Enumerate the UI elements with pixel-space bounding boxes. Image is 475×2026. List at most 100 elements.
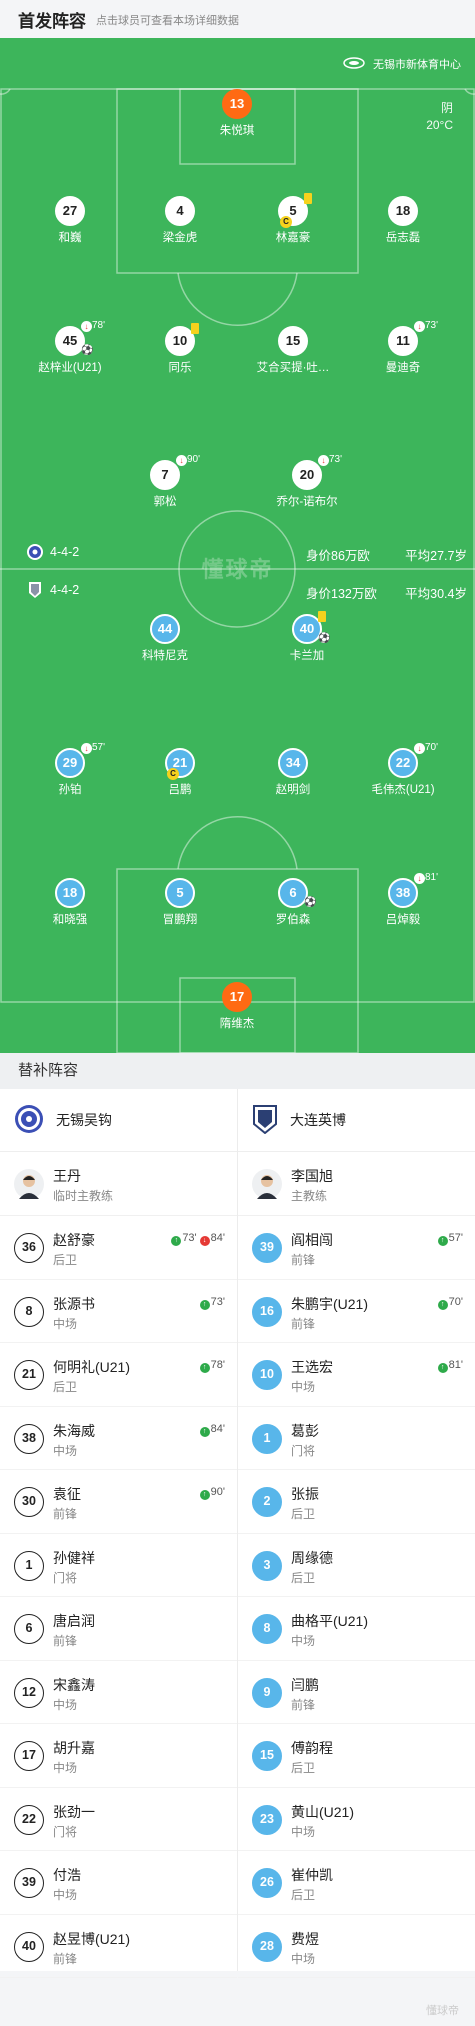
sub-player-row[interactable]: 16 朱鹏宇(U21) 前锋 ↑ 70' [238, 1280, 475, 1343]
sub-player-row[interactable]: 15 傅韵程 后卫 [238, 1724, 475, 1788]
sub-events: ↑ 73' ↓ 84' [171, 1232, 225, 1246]
player-number: 44 [150, 614, 180, 644]
sub-events: ↑ 57' [437, 1232, 463, 1246]
player-name: 朱悦琪 [219, 125, 255, 137]
sub-player-number: 36 [14, 1233, 44, 1263]
player-marker[interactable]: 40 卡兰加 ⚽ [252, 611, 362, 663]
player-marker[interactable]: 4 梁金虎 [125, 196, 235, 245]
away-age: 平均30.4岁 [405, 587, 467, 601]
player-marker[interactable]: 17 隋维杰 [182, 982, 292, 1031]
captain-icon: C [280, 216, 292, 228]
home-age: 平均27.7岁 [405, 549, 467, 563]
sub-in-minute: 78' [210, 1359, 225, 1371]
sub-player-position: 后卫 [53, 1380, 78, 1394]
sub-player-row[interactable]: 8 张源书 中场 ↑ 73' [0, 1280, 237, 1343]
away-coach[interactable]: 李国旭 主教练 [238, 1152, 475, 1216]
player-marker[interactable]: 29 孙铂 ↓ 57' [15, 742, 125, 797]
sub-player-row[interactable]: 39 付浩 中场 [0, 1851, 237, 1915]
sub-player-name: 费煜 [291, 1930, 319, 1947]
player-name: 毛伟杰(U21) [371, 784, 435, 796]
sub-player-row[interactable]: 36 赵舒豪 后卫 ↑ 73' ↓ 84' [0, 1216, 237, 1280]
player-name: 吕焯毅 [385, 914, 421, 926]
sub-player-name: 张振 [291, 1486, 319, 1502]
sub-player-number: 3 [252, 1550, 282, 1581]
player-number: 18 [388, 196, 418, 226]
venue-name: 无锡市新体育中心 [373, 59, 461, 71]
player-marker[interactable]: 18 和晓强 [15, 878, 125, 927]
sub-player-number: 1 [252, 1423, 282, 1454]
player-marker[interactable]: 5 林嘉豪 C [238, 193, 348, 245]
player-marker[interactable]: 20 乔尔-诺布尔 ↓ 73' [252, 454, 362, 509]
player-name: 孙铂 [58, 784, 82, 796]
player-marker[interactable]: 13 朱悦琪 [182, 89, 292, 138]
sub-player-row[interactable]: 12 宋鑫涛 中场 [0, 1661, 237, 1724]
sub-player-row[interactable]: 40 赵昱博(U21) 前锋 [0, 1915, 237, 1978]
sub-player-number: 1 [14, 1550, 44, 1581]
player-marker[interactable]: 18 岳志磊 [348, 196, 458, 245]
section-subtitle: 点击球员可查看本场详细数据 [96, 15, 239, 27]
player-marker[interactable]: 21 吕鹏 C [125, 748, 235, 797]
sub-player-number: 39 [252, 1233, 282, 1263]
player-marker[interactable]: 5 冒鹏翔 [125, 878, 235, 927]
away-subs-header[interactable]: 大连英博 [238, 1089, 475, 1152]
sub-player-row[interactable]: 8 曲格平(U21) 中场 [238, 1597, 475, 1661]
player-marker[interactable]: 10 同乐 [125, 323, 235, 375]
sub-in-icon: ↑ [437, 1299, 448, 1310]
player-name: 卡兰加 [289, 650, 325, 662]
home-subs-header[interactable]: 无锡吴钩 [0, 1089, 237, 1152]
sub-player-row[interactable]: 28 费煜 中场 [238, 1915, 475, 1978]
sub-in-icon: ↑ [171, 1236, 182, 1246]
sub-in-minute: 57' [448, 1232, 463, 1244]
sub-player-row[interactable]: 17 胡升嘉 中场 [0, 1724, 237, 1788]
sub-player-row[interactable]: 3 周缘德 后卫 [238, 1534, 475, 1597]
sub-player-name: 葛彭 [291, 1422, 319, 1439]
sub-player-row[interactable]: 23 黄山(U21) 中场 [238, 1788, 475, 1851]
sub-player-number: 28 [252, 1931, 282, 1962]
sub-player-row[interactable]: 2 张振 后卫 [238, 1470, 475, 1534]
sub-player-row[interactable]: 6 唐启润 前锋 [0, 1597, 237, 1661]
away-subs-column: 大连英博 李国旭 主教练 39 阎相闯 前锋 ↑ 57' 16 朱鹏宇(U21) 前锋 ↑ 70'… [238, 1089, 475, 1978]
sub-player-row[interactable]: 9 闫鹏 前锋 [238, 1661, 475, 1724]
goal-ball-icon: ⚽ [81, 345, 94, 356]
sub-player-row[interactable]: 38 朱海威 中场 ↑ 84' [0, 1407, 237, 1470]
home-team-name: 无锡吴钩 [56, 1112, 112, 1128]
sub-out-icon: ↓ [199, 1236, 210, 1246]
player-number: 34 [278, 748, 308, 778]
player-name: 岳志磊 [385, 232, 421, 244]
sub-player-row[interactable]: 30 袁征 前锋 ↑ 90' [0, 1470, 237, 1534]
sub-player-name: 赵舒豪 [53, 1232, 95, 1248]
player-marker[interactable]: 22 毛伟杰(U21) ↓ 70' [348, 742, 458, 797]
player-marker[interactable]: 44 科特尼克 [110, 614, 220, 663]
player-marker[interactable]: 38 吕焯毅 ↓ 81' [348, 872, 458, 927]
sub-player-row[interactable]: 22 张劲一 门将 [0, 1788, 237, 1851]
sub-player-number: 9 [252, 1677, 282, 1708]
sub-player-row[interactable]: 26 崔仲凯 后卫 [238, 1851, 475, 1915]
player-marker[interactable]: 27 和巍 [15, 196, 125, 245]
sub-player-number: 2 [252, 1487, 282, 1517]
player-marker[interactable]: 11 曼迪奇 ↓ 73' [348, 320, 458, 375]
lineup-header: 首发阵容 点击球员可查看本场详细数据 [0, 0, 475, 38]
sub-player-row[interactable]: 21 何明礼(U21) 后卫 ↑ 78' [0, 1343, 237, 1407]
captain-icon: C [167, 768, 179, 780]
sub-player-name: 赵昱博(U21) [53, 1930, 131, 1947]
player-marker[interactable]: 45 赵梓业(U21) ⚽ ↓ 78' [15, 320, 125, 375]
player-marker[interactable]: 34 赵明剑 [238, 748, 348, 797]
player-marker[interactable]: 15 艾合买提·吐… [238, 326, 348, 375]
sub-player-position: 后卫 [291, 1761, 316, 1775]
sub-player-position: 门将 [53, 1570, 78, 1585]
subs-panel: 无锡吴钩 王丹 临时主教练 36 赵舒豪 后卫 ↑ 73' ↓ 84' 8 张源书 中场 ↑ 73' 2… [0, 1089, 475, 1978]
sub-player-row[interactable]: 1 葛彭 门将 [238, 1407, 475, 1470]
sub-player-name: 王选宏 [291, 1359, 333, 1375]
sub-player-row[interactable]: 10 王选宏 中场 ↑ 81' [238, 1343, 475, 1407]
sub-player-row[interactable]: 1 孙健祥 门将 [0, 1534, 237, 1597]
home-coach[interactable]: 王丹 临时主教练 [0, 1152, 237, 1216]
sub-player-position: 中场 [291, 1824, 316, 1839]
coach-name: 王丹 [53, 1168, 81, 1184]
sub-events: ↑ 70' [437, 1296, 463, 1310]
player-marker[interactable]: 6 罗伯森 ⚽ [238, 878, 348, 927]
sub-player-row[interactable]: 39 阎相闯 前锋 ↑ 57' [238, 1216, 475, 1280]
player-name: 同乐 [168, 362, 192, 374]
sub-out-icon: ↓ [81, 321, 92, 332]
player-marker[interactable]: 7 郭松 ↓ 90' [110, 454, 220, 509]
sub-player-position: 前锋 [291, 1253, 316, 1267]
